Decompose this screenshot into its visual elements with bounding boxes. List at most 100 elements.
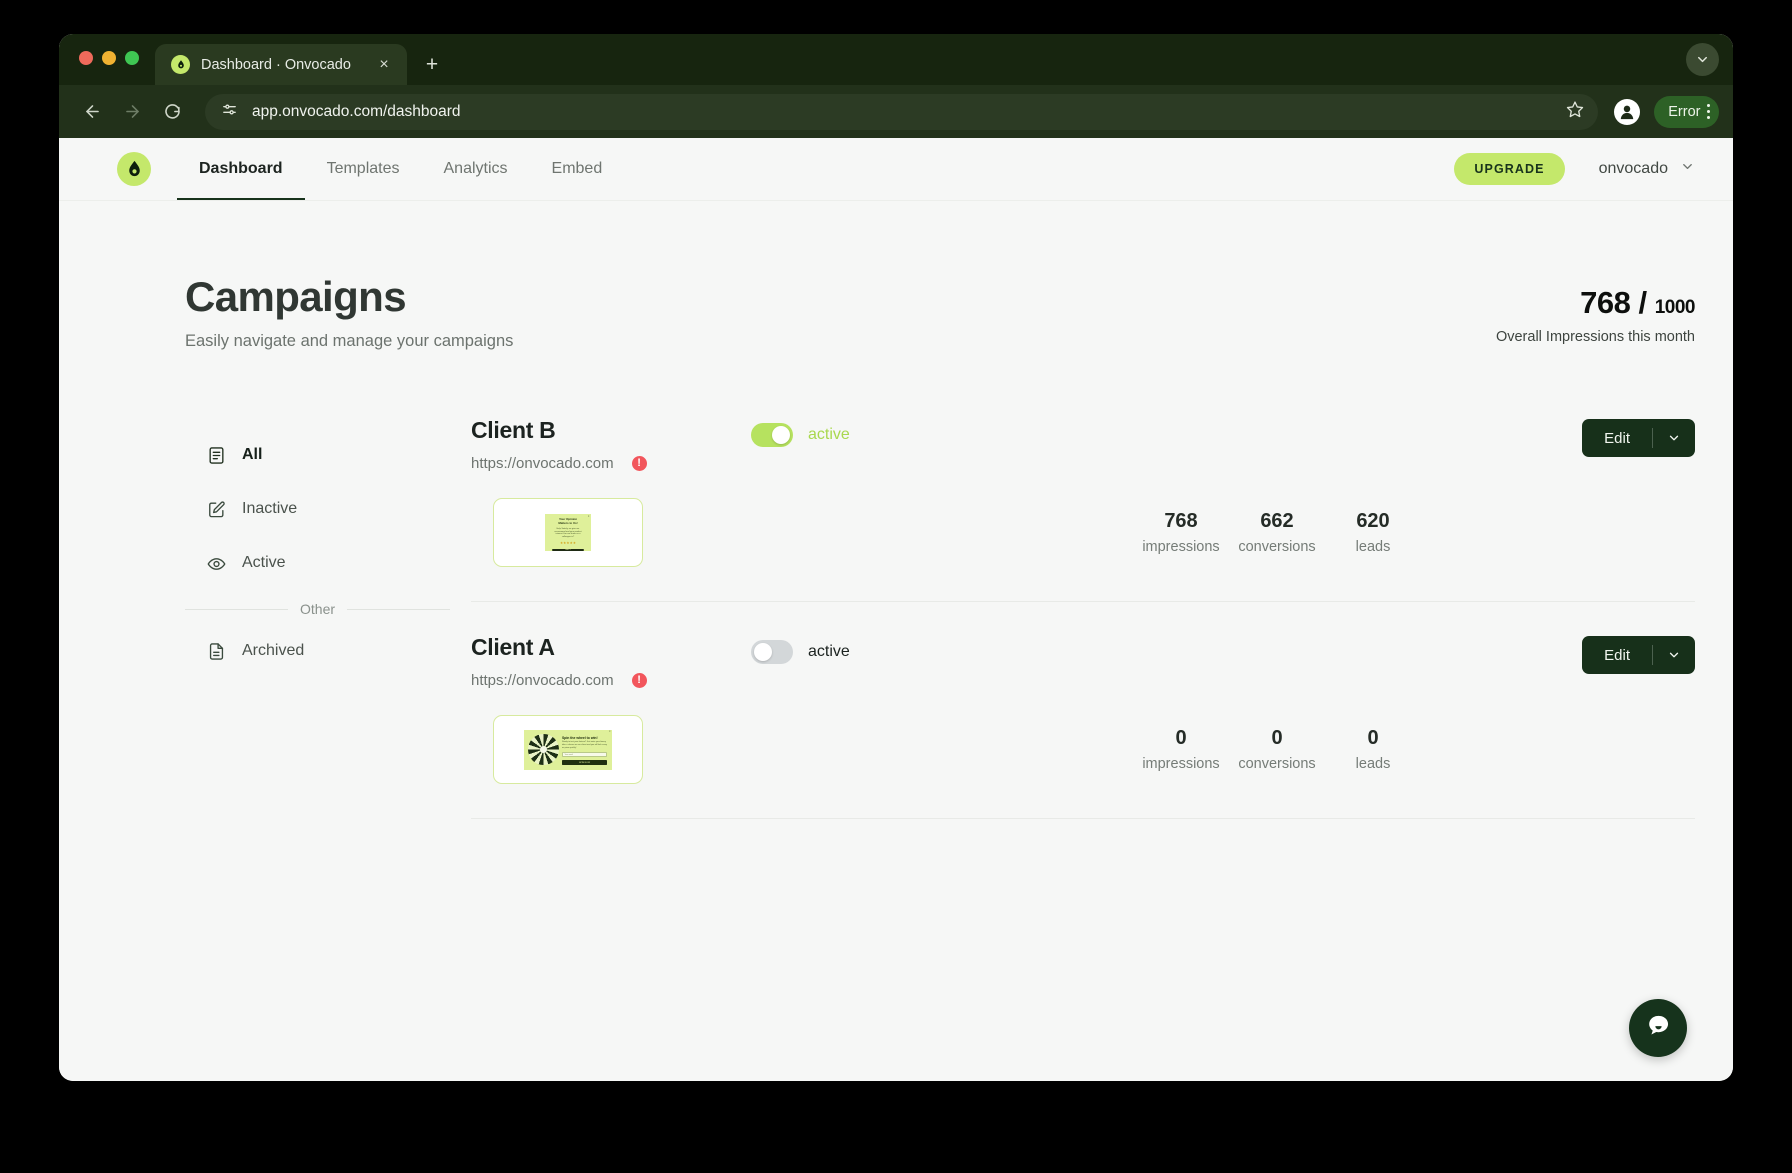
- preview-heading: Your Opinion Matters to Us!: [558, 517, 578, 525]
- opinion-popup-preview: × Your Opinion Matters to Us! Help Satis…: [545, 514, 591, 552]
- edit-button[interactable]: Edit: [1582, 419, 1695, 458]
- chevron-down-icon: [1680, 159, 1695, 179]
- sidebar-group-divider: Other: [185, 601, 451, 617]
- chevron-down-icon[interactable]: [1653, 648, 1695, 662]
- stat-value: 620: [1356, 510, 1390, 533]
- stat-impressions: 768 impressions: [1133, 510, 1229, 555]
- campaign-name: Client B: [471, 417, 556, 444]
- page-title: Campaigns: [185, 273, 407, 320]
- chevron-down-icon[interactable]: [1686, 43, 1719, 76]
- campaign-active-toggle[interactable]: [751, 640, 793, 665]
- kebab-menu-icon[interactable]: [1706, 103, 1710, 120]
- campaign-list: Client B https://onvocado.com ! active E…: [450, 417, 1695, 820]
- tab-embed[interactable]: Embed: [530, 138, 625, 200]
- sidebar-item-label: Inactive: [242, 500, 298, 518]
- sidebar-item-label: Archived: [242, 642, 305, 660]
- divider-line-left: [185, 608, 288, 610]
- close-icon: ×: [608, 730, 611, 734]
- stat-label: conversions: [1238, 756, 1316, 773]
- page-subtitle: Easily navigate and manage your campaign…: [185, 332, 514, 351]
- star-rating-icon: ★★★★★: [559, 540, 577, 545]
- campaign-header: Client A https://onvocado.com ! active E…: [471, 634, 1695, 689]
- reload-button[interactable]: [155, 95, 189, 129]
- preview-cta-button: SPIN NOW: [562, 760, 607, 766]
- minimize-window-button[interactable]: [102, 50, 116, 65]
- onvocado-logo-icon[interactable]: [117, 152, 151, 186]
- close-icon: ×: [587, 514, 590, 518]
- toggle-knob: [754, 643, 772, 662]
- preview-body: Ready to test your fortune? Just enter y…: [562, 741, 607, 749]
- preview-body: Help Satisfy, we give our recommend and …: [554, 527, 582, 538]
- sidebar-item-active[interactable]: Active: [185, 547, 450, 579]
- app-navigation-bar: Dashboard Templates Analytics Embed UPGR…: [59, 138, 1733, 201]
- campaign-identity: Client B https://onvocado.com !: [471, 417, 751, 472]
- sidebar-item-archived[interactable]: Archived: [185, 635, 450, 667]
- stat-conversions: 0 conversions: [1229, 727, 1325, 772]
- browser-tab-strip: Dashboard · Onvocado × +: [59, 34, 1733, 85]
- stat-conversions: 662 conversions: [1229, 510, 1325, 555]
- stat-value: 0: [1271, 727, 1283, 750]
- toggle-knob: [772, 426, 790, 445]
- page-header: Campaigns Easily navigate and manage you…: [59, 201, 1733, 351]
- campaign-identity: Client A https://onvocado.com !: [471, 634, 751, 689]
- preview-heading: Spin the wheel to win!: [562, 735, 598, 740]
- tab-templates[interactable]: Templates: [305, 138, 422, 200]
- account-name: onvocado: [1598, 160, 1668, 177]
- close-window-button[interactable]: [79, 50, 93, 65]
- warning-badge-icon[interactable]: !: [631, 673, 647, 689]
- forward-button[interactable]: [115, 95, 149, 129]
- stat-value: 0: [1175, 727, 1187, 750]
- sidebar-item-label: All: [242, 446, 263, 464]
- tab-dashboard[interactable]: Dashboard: [177, 138, 305, 200]
- close-icon[interactable]: ×: [373, 54, 395, 76]
- filter-sidebar: All Inactive Active Other Archived: [185, 417, 451, 819]
- avocado-icon: [171, 55, 190, 74]
- stat-value: 768: [1164, 510, 1198, 533]
- stat-label: leads: [1355, 756, 1391, 773]
- chat-launcher-button[interactable]: [1629, 999, 1687, 1057]
- stat-leads: 0 leads: [1325, 727, 1421, 772]
- new-tab-button[interactable]: +: [415, 47, 449, 81]
- toggle-label: active: [808, 643, 850, 661]
- account-menu[interactable]: onvocado: [1599, 159, 1695, 179]
- preview-cta-button: NEXT: [552, 548, 584, 551]
- warning-badge-icon[interactable]: !: [631, 456, 647, 472]
- edit-button[interactable]: Edit: [1582, 636, 1695, 675]
- browser-tab[interactable]: Dashboard · Onvocado ×: [155, 44, 407, 85]
- sidebar-item-inactive[interactable]: Inactive: [185, 493, 450, 525]
- toggle-label: active: [808, 426, 850, 444]
- impressions-summary: 768 / 1000 Overall Impressions this mont…: [1495, 273, 1696, 345]
- stat-label: leads: [1355, 539, 1391, 556]
- campaign-status-toggle-group: active: [751, 417, 850, 448]
- edit-button-label: Edit: [1604, 646, 1630, 664]
- campaign-preview-thumbnail[interactable]: × Your Opinion Matters to Us! Help Satis…: [493, 498, 643, 568]
- profile-avatar-icon[interactable]: [1614, 98, 1641, 125]
- site-settings-icon[interactable]: [221, 101, 238, 123]
- campaign-actions: Edit: [1582, 634, 1695, 675]
- campaign-url[interactable]: https://onvocado.com: [471, 455, 614, 472]
- sidebar-item-all[interactable]: All: [185, 439, 450, 471]
- campaign-stats: 0 impressions 0 conversions 0 leads: [1133, 727, 1695, 772]
- url-text: app.onvocado.com/dashboard: [252, 102, 461, 120]
- document-list-icon: [207, 446, 226, 465]
- upgrade-button[interactable]: UPGRADE: [1454, 153, 1565, 185]
- bookmark-star-icon[interactable]: [1566, 100, 1584, 123]
- page-title-group: Campaigns Easily navigate and manage you…: [185, 273, 513, 351]
- maximize-window-button[interactable]: [125, 50, 139, 65]
- tab-analytics[interactable]: Analytics: [422, 138, 530, 200]
- campaign-stats: 768 impressions 662 conversions 620 lead…: [1133, 510, 1695, 555]
- stat-impressions: 0 impressions: [1133, 727, 1229, 772]
- chevron-down-icon[interactable]: [1653, 431, 1695, 445]
- campaign-active-toggle[interactable]: [751, 423, 793, 448]
- impressions-caption: Overall Impressions this month: [1495, 329, 1695, 345]
- stat-value: 0: [1367, 727, 1379, 750]
- address-bar[interactable]: app.onvocado.com/dashboard: [205, 93, 1599, 130]
- back-button[interactable]: [75, 95, 109, 129]
- error-status-chip[interactable]: Error: [1654, 95, 1719, 128]
- campaign-url[interactable]: https://onvocado.com: [471, 672, 614, 689]
- campaign-preview-thumbnail[interactable]: × Spin the wheel to win! Ready to test y…: [493, 715, 643, 785]
- app-viewport: Dashboard Templates Analytics Embed UPGR…: [59, 138, 1733, 1081]
- campaign-header: Client B https://onvocado.com ! active E…: [471, 417, 1695, 472]
- campaign-url-row: https://onvocado.com !: [471, 672, 751, 689]
- stat-label: conversions: [1238, 539, 1316, 556]
